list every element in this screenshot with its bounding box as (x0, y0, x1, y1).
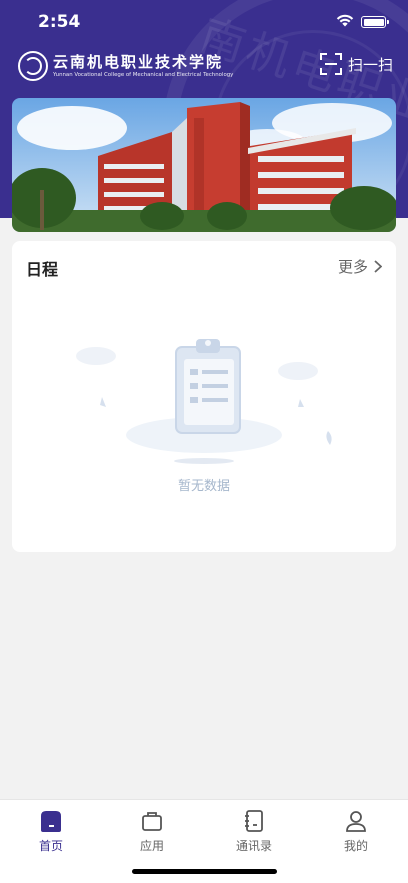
tab-home[interactable]: 首页 (11, 808, 91, 854)
chevron-right-icon (374, 260, 382, 273)
status-time: 2:54 (38, 12, 81, 32)
campus-banner-image[interactable] (12, 98, 396, 232)
schedule-card: 日程 更多 暂无数据 (12, 241, 396, 552)
scan-icon (320, 53, 342, 75)
status-bar: 2:54 (0, 0, 408, 44)
college-logo: 云南机电职业技术学院 Yunnan Vocational College of … (18, 51, 233, 81)
tab-apps[interactable]: 应用 (112, 808, 192, 854)
more-label: 更多 (337, 258, 368, 276)
scan-label: 扫一扫 (348, 55, 394, 74)
home-indicator (132, 869, 277, 874)
schedule-title: 日程 (26, 260, 59, 279)
scan-button[interactable]: 扫一扫 (320, 53, 393, 75)
empty-state-text: 暂无数据 (177, 479, 230, 494)
contacts-book-icon (245, 810, 263, 832)
tab-home-label: 首页 (38, 839, 63, 853)
college-name-en: Yunnan Vocational College of Mechanical … (53, 72, 234, 78)
briefcase-icon (142, 812, 162, 831)
battery-icon (361, 16, 389, 28)
tab-mine[interactable]: 我的 (316, 808, 396, 854)
wifi-icon (336, 14, 354, 27)
tab-contacts[interactable]: 通讯录 (214, 808, 294, 854)
college-emblem-icon (18, 51, 48, 81)
tab-contacts-label: 通讯录 (235, 839, 272, 853)
tab-apps-label: 应用 (139, 839, 164, 853)
more-link[interactable]: 更多 (338, 256, 382, 277)
home-icon (41, 811, 61, 832)
tab-mine-label: 我的 (343, 839, 368, 853)
empty-clipboard-illustration (76, 339, 332, 464)
user-icon (346, 811, 366, 832)
college-name-cn: 云南机电职业技术学院 (53, 53, 224, 71)
